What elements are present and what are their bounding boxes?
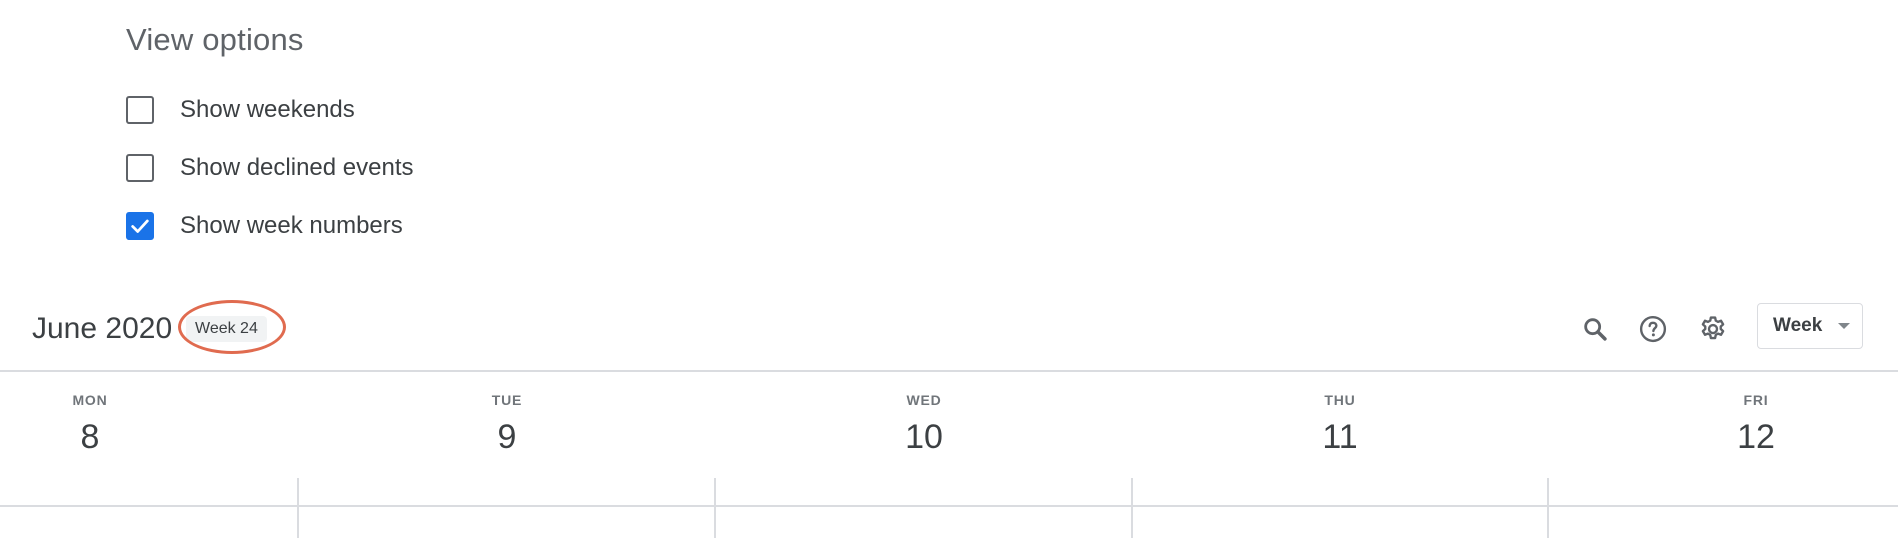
week-number-chip[interactable]: Week 24 xyxy=(186,316,267,342)
view-select-value: Week xyxy=(1773,315,1823,336)
all-day-divider xyxy=(0,505,1898,507)
day-name: THU xyxy=(1324,392,1356,408)
show-declined-events-checkbox[interactable] xyxy=(126,154,154,182)
column-separator xyxy=(297,478,299,538)
column-separator xyxy=(714,478,716,538)
day-name: MON xyxy=(72,392,108,408)
show-week-numbers-label[interactable]: Show week numbers xyxy=(180,212,403,240)
day-number[interactable]: 12 xyxy=(1696,418,1816,457)
calendar-header: June 2020 Week 24 Week xyxy=(0,300,1898,370)
show-weekends-label[interactable]: Show weekends xyxy=(180,96,355,124)
day-number[interactable]: 8 xyxy=(30,418,150,457)
view-options-title: View options xyxy=(126,22,304,57)
header-divider xyxy=(0,370,1898,372)
show-week-numbers-checkbox[interactable] xyxy=(126,212,154,240)
day-name: WED xyxy=(906,392,942,408)
option-show-declined-events[interactable]: Show declined events xyxy=(126,151,413,185)
day-header-mon[interactable]: MON 8 xyxy=(30,392,150,457)
show-declined-events-label[interactable]: Show declined events xyxy=(180,154,413,182)
option-show-week-numbers[interactable]: Show week numbers xyxy=(126,209,403,243)
column-separator xyxy=(1131,478,1133,538)
option-show-weekends[interactable]: Show weekends xyxy=(126,93,355,127)
day-header-fri[interactable]: FRI 12 xyxy=(1696,392,1816,457)
chevron-down-icon xyxy=(1838,323,1850,329)
month-title: June 2020 xyxy=(32,312,173,345)
view-select-dropdown[interactable]: Week xyxy=(1757,303,1863,349)
column-separator xyxy=(1547,478,1549,538)
settings-icon[interactable] xyxy=(1696,312,1730,346)
day-name: TUE xyxy=(491,392,523,408)
show-weekends-checkbox[interactable] xyxy=(126,96,154,124)
day-name: FRI xyxy=(1743,392,1769,408)
day-header-wed[interactable]: WED 10 xyxy=(864,392,984,457)
day-number[interactable]: 11 xyxy=(1280,418,1400,457)
search-icon[interactable] xyxy=(1578,312,1612,346)
day-header-thu[interactable]: THU 11 xyxy=(1280,392,1400,457)
checkmark-icon xyxy=(131,219,149,233)
day-header-tue[interactable]: TUE 9 xyxy=(447,392,567,457)
day-number[interactable]: 10 xyxy=(864,418,984,457)
help-icon[interactable] xyxy=(1636,312,1670,346)
day-number[interactable]: 9 xyxy=(447,418,567,457)
